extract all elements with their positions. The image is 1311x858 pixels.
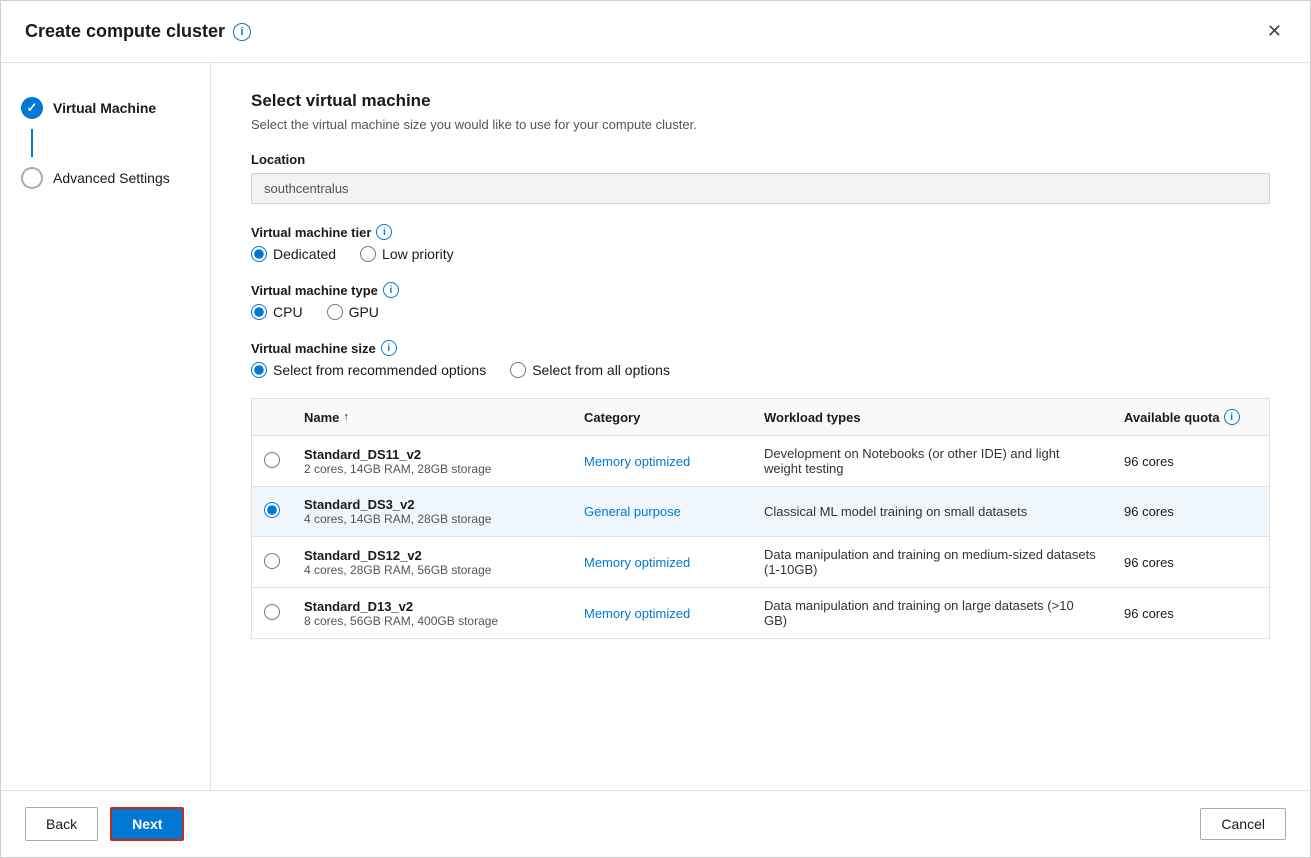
row2-select[interactable]: [252, 502, 292, 521]
vm-size-recommended[interactable]: Select from recommended options: [251, 362, 486, 378]
row2-quota: 96 cores: [1112, 504, 1272, 519]
vm-tier-low-priority-label: Low priority: [382, 246, 454, 262]
vm-type-cpu-radio[interactable]: [251, 304, 267, 320]
location-input: southcentralus: [251, 173, 1270, 204]
row4-workload: Data manipulation and training on large …: [752, 598, 1112, 628]
row3-quota: 96 cores: [1112, 555, 1272, 570]
location-label: Location: [251, 152, 1270, 167]
quota-info-icon[interactable]: i: [1224, 409, 1240, 425]
step-circle-2: [21, 167, 43, 189]
col-category: Category: [572, 409, 752, 425]
vm-tier-low-priority-radio[interactable]: [360, 246, 376, 262]
vm-type-label: Virtual machine type i: [251, 282, 1270, 298]
row1-quota: 96 cores: [1112, 454, 1272, 469]
row2-name: Standard_DS3_v2 4 cores, 14GB RAM, 28GB …: [292, 497, 572, 526]
table-row[interactable]: Standard_D13_v2 8 cores, 56GB RAM, 400GB…: [252, 588, 1269, 638]
close-button[interactable]: ✕: [1263, 17, 1286, 46]
col-quota: Available quota i: [1112, 409, 1272, 425]
row1-select[interactable]: [252, 452, 292, 471]
vm-tier-low-priority[interactable]: Low priority: [360, 246, 454, 262]
sidebar: ✓ Virtual Machine Advanced Settings: [1, 63, 211, 790]
step-circle-1: ✓: [21, 97, 43, 119]
col-select: [252, 409, 292, 425]
row4-name: Standard_D13_v2 8 cores, 56GB RAM, 400GB…: [292, 599, 572, 628]
footer-left-actions: Back Next: [25, 807, 184, 841]
sidebar-label-virtual-machine: Virtual Machine: [53, 100, 156, 116]
vm-type-info-icon[interactable]: i: [383, 282, 399, 298]
vm-size-recommended-radio[interactable]: [251, 362, 267, 378]
row4-quota: 96 cores: [1112, 606, 1272, 621]
sidebar-label-advanced-settings: Advanced Settings: [53, 170, 170, 186]
dialog-footer: Back Next Cancel: [1, 790, 1310, 857]
row2-radio[interactable]: [264, 502, 280, 518]
dialog-info-icon[interactable]: i: [233, 23, 251, 41]
vm-size-all-label: Select from all options: [532, 362, 670, 378]
vm-size-label: Virtual machine size i: [251, 340, 1270, 356]
row3-name: Standard_DS12_v2 4 cores, 28GB RAM, 56GB…: [292, 548, 572, 577]
vm-type-gpu-radio[interactable]: [327, 304, 343, 320]
table-header: Name ↑ Category Workload types Available…: [252, 399, 1269, 436]
vm-tier-label: Virtual machine tier i: [251, 224, 1270, 240]
name-sort-icon: ↑: [343, 411, 349, 423]
row4-category[interactable]: Memory optimized: [572, 606, 752, 621]
row1-workload: Development on Notebooks (or other IDE) …: [752, 446, 1112, 476]
table-row[interactable]: Standard_DS3_v2 4 cores, 14GB RAM, 28GB …: [252, 487, 1269, 537]
dialog-body: ✓ Virtual Machine Advanced Settings Sele…: [1, 63, 1310, 790]
row3-radio[interactable]: [264, 553, 280, 569]
row3-select[interactable]: [252, 553, 292, 572]
cancel-button[interactable]: Cancel: [1200, 808, 1286, 840]
vm-size-recommended-label: Select from recommended options: [273, 362, 486, 378]
vm-size-options: Select from recommended options Select f…: [251, 362, 1270, 378]
vm-tier-dedicated[interactable]: Dedicated: [251, 246, 336, 262]
vm-type-cpu-label: CPU: [273, 304, 303, 320]
row4-select[interactable]: [252, 604, 292, 623]
row1-radio[interactable]: [264, 452, 280, 468]
next-button[interactable]: Next: [110, 807, 184, 841]
row3-workload: Data manipulation and training on medium…: [752, 547, 1112, 577]
sidebar-connector: [31, 129, 33, 157]
back-button[interactable]: Back: [25, 807, 98, 841]
vm-size-info-icon[interactable]: i: [381, 340, 397, 356]
table-row[interactable]: Standard_DS12_v2 4 cores, 28GB RAM, 56GB…: [252, 537, 1269, 588]
dialog-header: Create compute cluster i ✕: [1, 1, 1310, 63]
col-name[interactable]: Name ↑: [292, 409, 572, 425]
col-workload: Workload types: [752, 409, 1112, 425]
row2-workload: Classical ML model training on small dat…: [752, 504, 1112, 519]
vm-type-cpu[interactable]: CPU: [251, 304, 303, 320]
vm-table: Name ↑ Category Workload types Available…: [251, 398, 1270, 639]
vm-tier-info-icon[interactable]: i: [376, 224, 392, 240]
sidebar-item-virtual-machine[interactable]: ✓ Virtual Machine: [1, 87, 210, 129]
vm-size-all[interactable]: Select from all options: [510, 362, 670, 378]
row3-category[interactable]: Memory optimized: [572, 555, 752, 570]
table-row[interactable]: Standard_DS11_v2 2 cores, 14GB RAM, 28GB…: [252, 436, 1269, 487]
vm-size-all-radio[interactable]: [510, 362, 526, 378]
row4-radio[interactable]: [264, 604, 280, 620]
create-compute-cluster-dialog: Create compute cluster i ✕ ✓ Virtual Mac…: [0, 0, 1311, 858]
section-title: Select virtual machine: [251, 91, 1270, 111]
vm-type-radio-group: CPU GPU: [251, 304, 1270, 320]
vm-type-gpu[interactable]: GPU: [327, 304, 379, 320]
dialog-title: Create compute cluster: [25, 21, 225, 42]
sidebar-item-advanced-settings[interactable]: Advanced Settings: [1, 157, 210, 199]
vm-type-gpu-label: GPU: [349, 304, 379, 320]
row1-name: Standard_DS11_v2 2 cores, 14GB RAM, 28GB…: [292, 447, 572, 476]
row1-category[interactable]: Memory optimized: [572, 454, 752, 469]
vm-tier-radio-group: Dedicated Low priority: [251, 246, 1270, 262]
vm-tier-dedicated-label: Dedicated: [273, 246, 336, 262]
vm-tier-dedicated-radio[interactable]: [251, 246, 267, 262]
dialog-title-area: Create compute cluster i: [25, 21, 251, 42]
row2-category[interactable]: General purpose: [572, 504, 752, 519]
main-content: Select virtual machine Select the virtua…: [211, 63, 1310, 790]
section-subtitle: Select the virtual machine size you woul…: [251, 117, 1270, 132]
